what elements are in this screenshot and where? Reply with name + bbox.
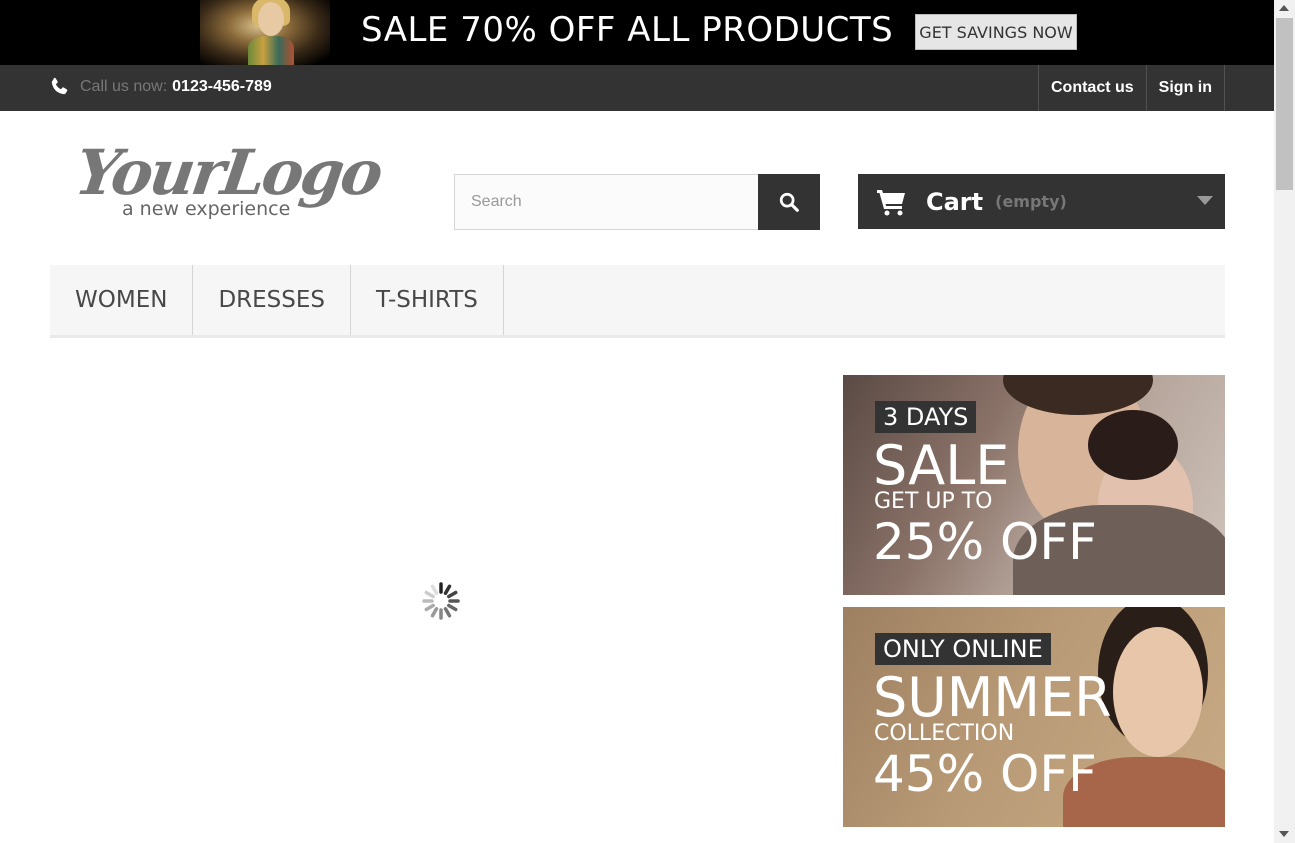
- promo-title: SALE 70% OFF ALL PRODUCTS: [361, 10, 894, 50]
- scroll-up-arrow-icon[interactable]: [1279, 5, 1289, 11]
- search-button[interactable]: [758, 174, 820, 230]
- loading-spinner-icon: [422, 582, 460, 620]
- cart-dropdown[interactable]: Cart (empty): [858, 174, 1225, 229]
- scroll-down-arrow-icon[interactable]: [1279, 831, 1289, 837]
- menu-item-women[interactable]: WOMEN: [50, 265, 194, 335]
- banner-discount: 45% OFF: [873, 745, 1097, 803]
- promo-banner[interactable]: SALE 70% OFF ALL PRODUCTS GET SAVINGS NO…: [0, 0, 1274, 65]
- banner-subline: GET UP TO: [874, 489, 993, 514]
- banner-tag: ONLY ONLINE: [875, 633, 1051, 665]
- contact-us-link[interactable]: Contact us: [1038, 65, 1146, 111]
- call-us-info: Call us now: 0123-456-789: [48, 76, 272, 98]
- menu-item-dresses[interactable]: DRESSES: [193, 265, 351, 335]
- search-form: [454, 174, 820, 230]
- menu-item-tshirts[interactable]: T-SHIRTS: [351, 265, 504, 335]
- call-label: Call us now:: [80, 78, 168, 95]
- category-menu: WOMEN DRESSES T-SHIRTS: [50, 265, 1225, 338]
- scroll-thumb[interactable]: [1276, 18, 1293, 190]
- top-nav-bar: Call us now: 0123-456-789 Contact us Sig…: [0, 65, 1274, 111]
- phone-icon: [51, 77, 68, 95]
- phone-number: 0123-456-789: [172, 78, 272, 95]
- banner-discount: 25% OFF: [873, 513, 1097, 571]
- cart-status: (empty): [995, 192, 1067, 211]
- cart-label: Cart: [926, 187, 984, 216]
- user-links: Contact us Sign in: [1038, 65, 1225, 111]
- promo-model-image: [200, 0, 330, 65]
- search-icon: [779, 192, 799, 212]
- sale-banner[interactable]: 3 DAYS SALE GET UP TO 25% OFF: [843, 375, 1225, 595]
- summer-banner[interactable]: ONLY ONLINE SUMMER COLLECTION 45% OFF: [843, 607, 1225, 827]
- page-scrollbar[interactable]: [1274, 0, 1295, 843]
- sign-in-link[interactable]: Sign in: [1145, 65, 1225, 111]
- banner-headline: SUMMER: [873, 666, 1112, 729]
- get-savings-button[interactable]: GET SAVINGS NOW: [915, 14, 1077, 50]
- banner-tag: 3 DAYS: [875, 401, 977, 433]
- page: SALE 70% OFF ALL PRODUCTS GET SAVINGS NO…: [0, 0, 1295, 843]
- logo-tagline: a new experience: [122, 198, 291, 220]
- search-input[interactable]: [454, 174, 758, 230]
- banner-headline: SALE: [873, 434, 1010, 497]
- site-logo[interactable]: YourLogo a new experience: [71, 136, 385, 226]
- banner-subline: COLLECTION: [874, 721, 1015, 746]
- cart-icon: [877, 189, 905, 215]
- chevron-down-icon: [1197, 196, 1213, 205]
